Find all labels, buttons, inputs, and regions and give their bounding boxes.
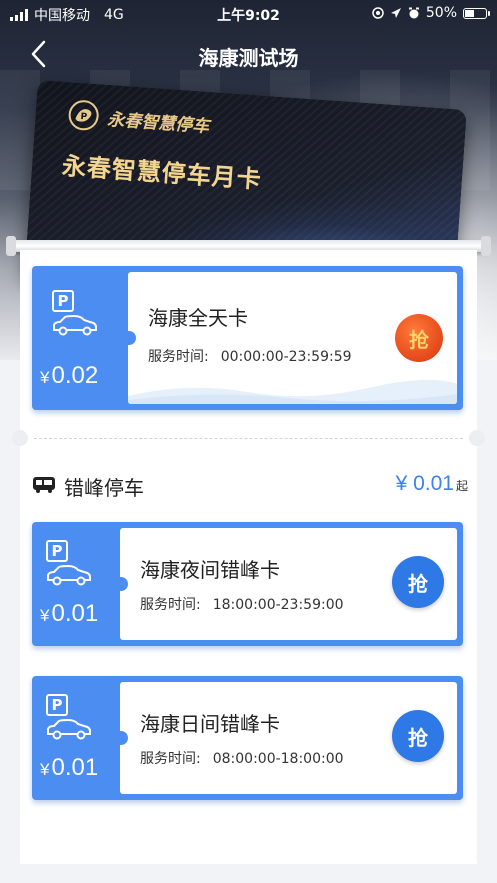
service-time: 服务时间: 00:00:00-23:59:59 xyxy=(148,346,352,366)
car-icon xyxy=(47,564,91,586)
car-icon xyxy=(53,314,97,336)
grab-button-label: 抢 xyxy=(409,327,429,352)
yen-symbol: ¥ xyxy=(40,760,50,779)
section-price: ¥ 0.01 起 xyxy=(396,472,468,496)
grab-button-label: 抢 xyxy=(408,725,428,750)
price-from-suffix: 起 xyxy=(455,479,468,493)
alarm-icon xyxy=(408,7,419,19)
wave-decoration xyxy=(128,379,457,404)
service-time-label: 服务时间: xyxy=(148,349,209,365)
ticket-left-area: P ¥0.01 xyxy=(32,676,128,800)
status-right: 50% xyxy=(372,5,490,21)
brand-logo-icon: P xyxy=(68,100,99,131)
price-value: 0.02 xyxy=(51,362,99,389)
ticket-title: 海康全天卡 xyxy=(148,306,248,330)
bus-icon xyxy=(33,477,55,493)
location-icon xyxy=(390,8,401,18)
price-value: 0.01 xyxy=(51,600,99,627)
parking-icon: P xyxy=(46,694,68,716)
ticket-left-area: P ¥0.02 xyxy=(32,266,128,410)
parking-icon: P xyxy=(52,290,74,312)
ticket-title: 海康夜间错峰卡 xyxy=(140,558,280,582)
battery-icon xyxy=(463,7,490,19)
grab-button[interactable]: 抢 xyxy=(395,314,443,362)
service-time-label: 服务时间: xyxy=(140,751,201,767)
offpeak-section-header: 错峰停车 ¥ 0.01 起 xyxy=(32,470,468,500)
section-title: 错峰停车 xyxy=(64,476,144,500)
yen-symbol: ¥ xyxy=(40,368,50,387)
page-title: 海康测试场 xyxy=(198,46,299,70)
service-time: 服务时间: 08:00:00-18:00:00 xyxy=(140,748,344,768)
brand-name: 永春智慧停车 xyxy=(106,109,210,137)
parking-icon: P xyxy=(46,540,68,562)
battery-percent: 50% xyxy=(425,5,457,21)
ticket-day-offpeak[interactable]: P ¥0.01 海康日间错峰卡 服务时间: 08:00:00-18:00:00 抢 xyxy=(32,676,463,800)
card-name: 永春智慧停车月卡 xyxy=(61,151,263,194)
nav-bar: 海康测试场 xyxy=(0,32,497,76)
grab-button[interactable]: 抢 xyxy=(392,710,444,762)
service-time-value: 08:00:00-18:00:00 xyxy=(212,751,344,767)
screen-lock-icon xyxy=(372,7,384,19)
ticket-all-day[interactable]: P ¥0.02 海康全天卡 服务时间: 00:00:00-23:59:59 抢 xyxy=(32,266,463,410)
grab-button[interactable]: 抢 xyxy=(392,556,444,608)
ticket-price: ¥0.01 xyxy=(40,754,98,782)
ticket-price: ¥0.02 xyxy=(40,362,98,390)
sheet-notch-right xyxy=(469,430,485,446)
ticket-night-offpeak[interactable]: P ¥0.01 海康夜间错峰卡 服务时间: 18:00:00-23:59:00 抢 xyxy=(32,522,463,646)
ticket-price: ¥0.01 xyxy=(40,600,98,628)
status-bar: 中国移动 4G 上午9:02 50% xyxy=(0,0,497,28)
ticket-left-area: P ¥0.01 xyxy=(32,522,128,646)
price-value: 0.01 xyxy=(413,472,454,495)
yen-symbol: ¥ xyxy=(40,606,50,625)
dashed-divider xyxy=(34,438,463,439)
service-time-value: 00:00:00-23:59:59 xyxy=(220,349,352,365)
grab-button-label: 抢 xyxy=(408,571,428,596)
service-time: 服务时间: 18:00:00-23:59:00 xyxy=(140,594,344,614)
brand-logo-group: P 永春智慧停车 xyxy=(67,98,211,140)
service-time-label: 服务时间: xyxy=(140,597,201,613)
price-value: 0.01 xyxy=(51,754,99,781)
sheet-notch-left xyxy=(12,430,28,446)
svg-text:P: P xyxy=(80,112,88,122)
yen-symbol: ¥ xyxy=(395,472,408,495)
sheet-zigzag-edge xyxy=(20,856,477,864)
service-time-value: 18:00:00-23:59:00 xyxy=(212,597,344,613)
car-icon xyxy=(47,718,91,740)
ticket-title: 海康日间错峰卡 xyxy=(140,712,280,736)
